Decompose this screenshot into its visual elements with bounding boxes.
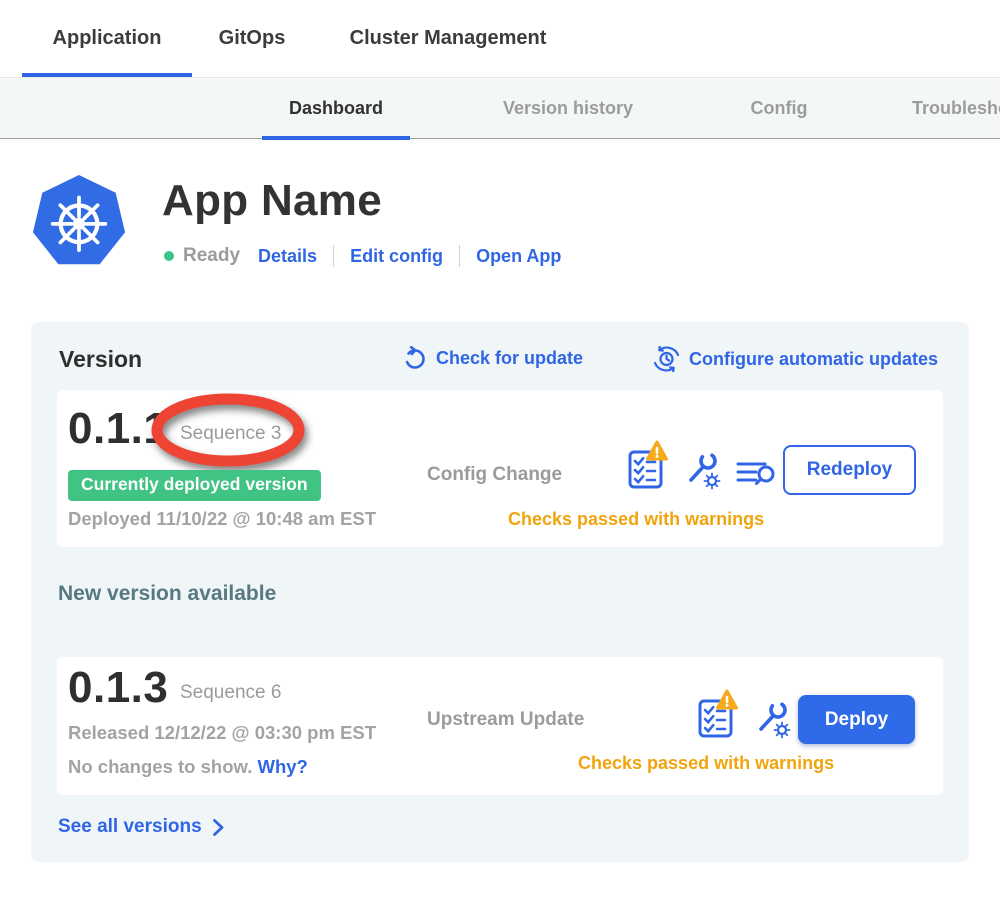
nav-tab-cluster-management[interactable]: Cluster Management bbox=[330, 0, 566, 77]
view-diff-icon[interactable] bbox=[735, 458, 777, 490]
edit-config-link[interactable]: Edit config bbox=[350, 246, 443, 267]
configure-automatic-updates-label: Configure automatic updates bbox=[689, 349, 938, 370]
no-changes-row: No changes to show. Why? bbox=[68, 756, 308, 778]
tab-label: Dashboard bbox=[289, 98, 383, 119]
see-all-versions-label: See all versions bbox=[58, 816, 202, 838]
see-all-versions-link[interactable]: See all versions bbox=[58, 816, 225, 838]
deployed-timestamp: Deployed 11/10/22 @ 10:48 am EST bbox=[68, 508, 376, 530]
tab-config[interactable]: Config bbox=[719, 78, 839, 139]
refresh-icon bbox=[403, 346, 427, 370]
current-version-sequence: Sequence 3 bbox=[180, 423, 281, 445]
configure-automatic-updates-link[interactable]: Configure automatic updates bbox=[653, 346, 938, 372]
nav-tab-label: GitOps bbox=[219, 27, 286, 50]
top-nav: Application GitOps Cluster Management bbox=[0, 0, 1000, 77]
new-version-number: 0.1.3 bbox=[68, 663, 168, 713]
kubernetes-logo-icon bbox=[32, 170, 126, 272]
change-source-label: Config Change bbox=[427, 464, 562, 486]
app-status-row: Ready Details Edit config Open App bbox=[164, 242, 561, 270]
redeploy-button[interactable]: Redeploy bbox=[783, 445, 916, 495]
details-link[interactable]: Details bbox=[258, 246, 317, 267]
version-card-title: Version bbox=[59, 346, 142, 373]
open-app-link[interactable]: Open App bbox=[476, 246, 561, 267]
status-text: Ready bbox=[183, 245, 240, 267]
released-timestamp: Released 12/12/22 @ 03:30 pm EST bbox=[68, 722, 376, 744]
new-version-heading: New version available bbox=[58, 582, 276, 606]
tab-label: Version history bbox=[503, 98, 633, 119]
preflight-checks-warning-icon[interactable] bbox=[625, 440, 669, 490]
tab-troubleshoot[interactable]: Troubleshoot bbox=[912, 78, 1000, 139]
version-action-icons bbox=[695, 689, 792, 739]
version-action-icons bbox=[625, 440, 777, 490]
checks-status-text: Checks passed with warnings bbox=[508, 509, 764, 530]
check-for-update-label: Check for update bbox=[436, 348, 583, 369]
checks-status-text: Checks passed with warnings bbox=[578, 753, 834, 774]
deploy-button[interactable]: Deploy bbox=[798, 695, 915, 744]
tab-dashboard[interactable]: Dashboard bbox=[262, 78, 410, 139]
admin-console-page: Application GitOps Cluster Management Da… bbox=[0, 0, 1000, 898]
clock-sync-icon bbox=[653, 346, 680, 372]
nav-tab-label: Application bbox=[53, 27, 162, 50]
new-version-sequence: Sequence 6 bbox=[180, 682, 281, 704]
page-title: App Name bbox=[162, 176, 382, 226]
chevron-right-icon bbox=[212, 818, 225, 837]
app-sub-nav: Dashboard Version history Config Trouble… bbox=[0, 77, 1000, 139]
currently-deployed-badge: Currently deployed version bbox=[68, 470, 321, 501]
check-for-update-link[interactable]: Check for update bbox=[403, 346, 583, 370]
current-version-row: 0.1.1 Sequence 3 Currently deployed vers… bbox=[57, 390, 943, 547]
new-version-row: 0.1.3 Sequence 6 Released 12/12/22 @ 03:… bbox=[57, 657, 943, 795]
tab-version-history[interactable]: Version history bbox=[468, 78, 668, 139]
nav-tab-application[interactable]: Application bbox=[22, 0, 192, 77]
why-link[interactable]: Why? bbox=[257, 756, 307, 777]
current-version-number: 0.1.1 bbox=[68, 404, 168, 454]
tab-label: Troubleshoot bbox=[912, 98, 1000, 119]
edit-config-wrench-icon[interactable] bbox=[752, 699, 792, 739]
edit-config-wrench-icon[interactable] bbox=[682, 450, 722, 490]
tab-label: Config bbox=[751, 98, 808, 119]
divider bbox=[333, 245, 334, 267]
preflight-checks-warning-icon[interactable] bbox=[695, 689, 739, 739]
no-changes-text: No changes to show. bbox=[68, 756, 252, 777]
nav-tab-gitops[interactable]: GitOps bbox=[200, 0, 304, 77]
version-card: Version Check for update bbox=[31, 322, 969, 862]
ready-status-dot-icon bbox=[164, 251, 174, 261]
nav-tab-label: Cluster Management bbox=[350, 27, 547, 50]
change-source-label: Upstream Update bbox=[427, 709, 584, 731]
divider bbox=[459, 245, 460, 267]
